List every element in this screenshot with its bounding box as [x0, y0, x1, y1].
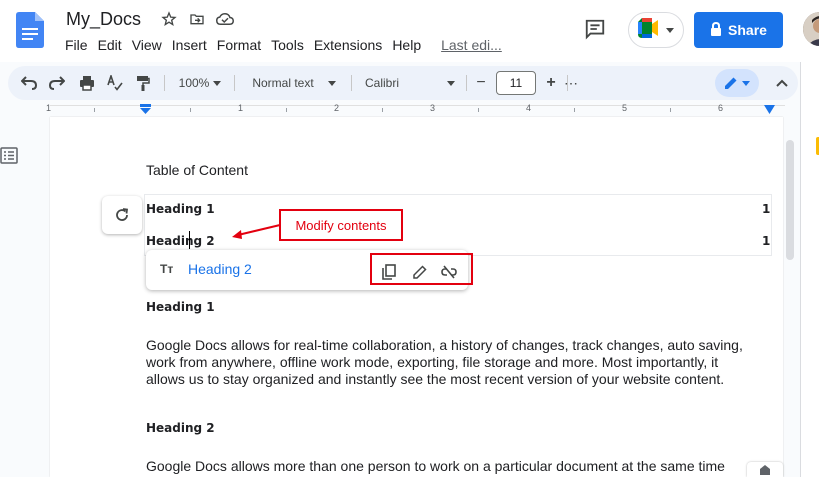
annotation-arrow [232, 224, 281, 239]
style-value: Normal text [252, 76, 314, 90]
chevron-down-icon [327, 80, 336, 86]
ruler-tick [190, 108, 191, 112]
toolbar-divider [351, 75, 352, 91]
ruler-number: 6 [718, 103, 724, 113]
heading-1: Heading 1 [146, 300, 215, 314]
ruler-number: 1 [238, 103, 244, 113]
chevron-down-icon [447, 80, 455, 86]
menu-file[interactable]: File [65, 37, 88, 53]
redo-icon[interactable] [44, 66, 70, 100]
right-indent-marker-icon[interactable] [764, 105, 775, 114]
ruler-track [50, 105, 785, 115]
cloud-saved-icon[interactable] [216, 10, 234, 28]
explore-button[interactable] [747, 462, 783, 477]
decrease-font-size-button[interactable]: − [470, 66, 492, 100]
paragraph-2: Google Docs allows more than one person … [146, 458, 725, 474]
annotation-highlight-box [370, 253, 473, 285]
menu-insert[interactable]: Insert [172, 37, 207, 53]
chevron-down-icon [213, 80, 222, 86]
menu-format[interactable]: Format [217, 37, 261, 53]
increase-font-size-button[interactable]: + [540, 66, 562, 100]
menu-edit[interactable]: Edit [98, 37, 122, 53]
meet-icon [638, 17, 662, 43]
menu-extensions[interactable]: Extensions [314, 37, 382, 53]
edit-pencil-icon [413, 265, 427, 279]
ruler-number: 3 [430, 103, 436, 113]
meet-button[interactable] [628, 12, 684, 48]
toc-entry-page: 1 [762, 234, 771, 248]
chevron-down-icon [666, 21, 674, 39]
annotation-callout: Modify contents [279, 209, 403, 241]
ruler-tick [286, 108, 287, 112]
remove-link-button[interactable] [438, 261, 460, 283]
left-indent-marker-icon[interactable] [140, 104, 151, 114]
outline-icon[interactable] [0, 146, 20, 166]
doc-title[interactable]: My_Docs [66, 9, 141, 30]
copy-icon [382, 264, 396, 280]
font-select[interactable]: Calibri [360, 66, 460, 100]
edit-link-button[interactable] [409, 261, 431, 283]
avatar[interactable] [803, 12, 819, 46]
font-value: Calibri [364, 76, 399, 90]
top-bar: My_Docs File Edit View Insert Format Too… [0, 0, 819, 62]
zoom-select[interactable]: 100% [172, 66, 228, 100]
toc-title: Table of Content [146, 162, 248, 178]
font-size-input[interactable]: 11 [496, 71, 536, 95]
update-toc-button[interactable] [102, 196, 142, 234]
menu-view[interactable]: View [132, 37, 162, 53]
paint-format-icon[interactable] [130, 66, 156, 100]
more-options-button[interactable]: ⋯ [560, 66, 582, 100]
ruler-tick [670, 108, 671, 112]
copy-link-button[interactable] [378, 261, 400, 283]
ruler-tick [382, 108, 383, 112]
scrollbar[interactable] [786, 140, 794, 260]
share-button[interactable]: Share [694, 12, 783, 48]
docs-logo-icon[interactable] [16, 12, 44, 48]
print-icon[interactable] [74, 66, 100, 100]
comment-icon[interactable] [584, 18, 606, 40]
ruler-number: 1 [46, 103, 52, 113]
formatting-toolbar: 100% Normal text Calibri − 11 + ⋯ [8, 66, 798, 100]
style-select[interactable]: Normal text [244, 66, 344, 100]
paragraph-1: Google Docs allows for real-time collabo… [146, 337, 743, 387]
chevron-up-icon [776, 79, 788, 87]
toc-entry-page: 1 [762, 202, 771, 216]
edit-pencil-icon [725, 77, 737, 89]
spellcheck-icon[interactable] [102, 66, 128, 100]
toolbar-divider [234, 75, 235, 91]
last-edit-link[interactable]: Last edi... [441, 37, 502, 53]
ruler-tick [478, 108, 479, 112]
heading-2: Heading 2 [146, 421, 215, 435]
title-icons [160, 10, 234, 28]
ruler-tick [94, 108, 95, 112]
lock-icon [710, 21, 722, 39]
ruler-number: 4 [526, 103, 532, 113]
heading-link[interactable]: Heading 2 [188, 261, 252, 277]
menu-bar: File Edit View Insert Format Tools Exten… [65, 37, 512, 53]
move-folder-icon[interactable] [188, 10, 206, 28]
heading-link-icon: Tт [160, 262, 174, 276]
explore-icon [760, 464, 770, 475]
ruler-number: 5 [622, 103, 628, 113]
hide-menus-button[interactable] [770, 66, 794, 100]
toolbar-divider [164, 75, 165, 91]
text-cursor [189, 231, 190, 249]
zoom-value: 100% [178, 76, 210, 90]
ruler-number: 2 [334, 103, 340, 113]
undo-icon[interactable] [16, 66, 42, 100]
chevron-down-icon [742, 80, 750, 86]
menu-help[interactable]: Help [392, 37, 421, 53]
menu-tools[interactable]: Tools [271, 37, 304, 53]
toc-entry-heading-2[interactable]: Heading 2 [146, 234, 215, 248]
side-panel [800, 62, 819, 477]
ruler[interactable]: 1 1 2 3 4 5 6 [0, 102, 800, 116]
star-icon[interactable] [160, 10, 178, 28]
toolbar-divider [466, 75, 467, 91]
share-label: Share [728, 22, 767, 38]
unlink-icon [441, 265, 457, 279]
editing-mode-button[interactable] [715, 69, 759, 97]
toc-entry-heading-1[interactable]: Heading 1 [146, 202, 215, 216]
refresh-icon [116, 208, 129, 221]
ruler-tick [574, 108, 575, 112]
